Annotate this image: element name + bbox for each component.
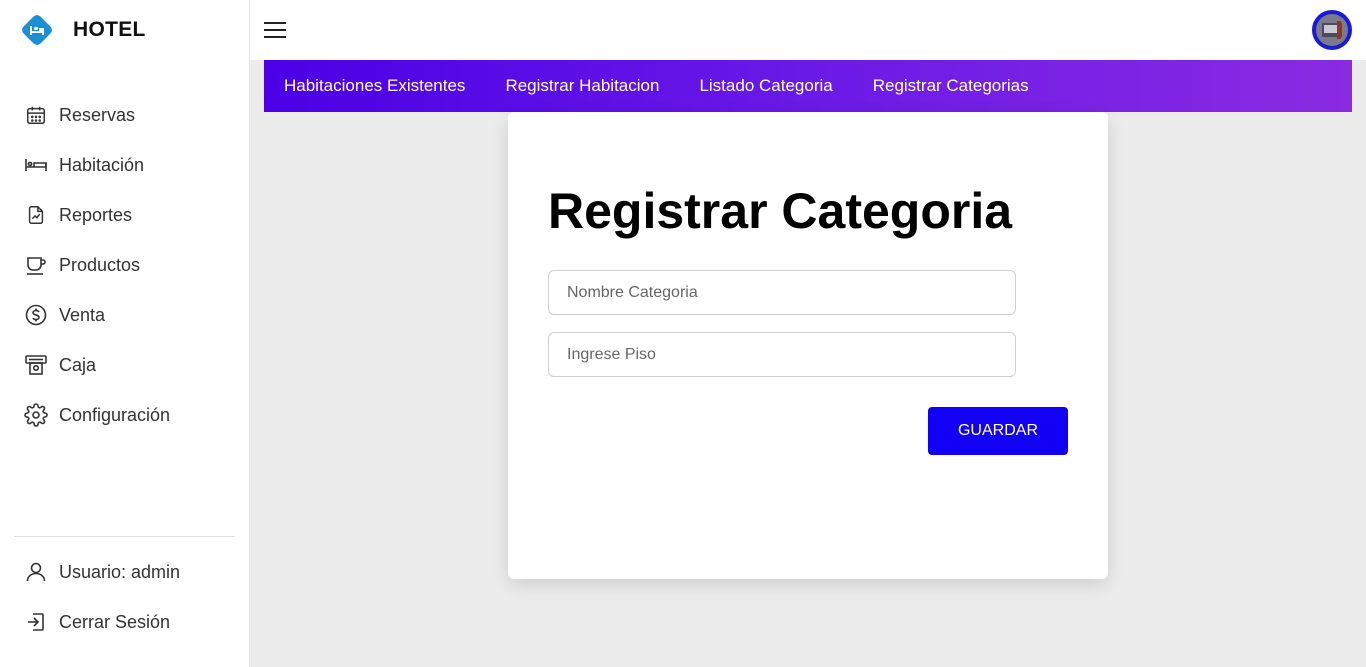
sidebar-item-productos[interactable]: Productos [0,240,250,290]
save-button[interactable]: GUARDAR [928,407,1068,455]
tab-listado-categoria[interactable]: Listado Categoria [699,76,832,96]
sidebar-item-label: Reportes [59,204,133,225]
report-icon [24,203,48,227]
sidebar-item-label: Cerrar Sesión [59,611,171,632]
sidebar-item-caja[interactable]: Caja [0,340,250,390]
sidebar-item-label: Configuración [59,404,171,425]
tab-bar: Habitaciones Existentes Registrar Habita… [264,60,1352,112]
sidebar-bottom: Usuario: admin Cerrar Sesión [0,547,250,647]
sidebar-item-label: Usuario: admin [59,561,181,582]
hotel-bed-icon [19,12,55,48]
sidebar-item-venta[interactable]: Venta [0,290,250,340]
topbar [250,0,1366,60]
sidebar-item-label: Reservas [59,104,136,125]
tab-habitaciones-existentes[interactable]: Habitaciones Existentes [284,76,465,96]
sidebar-item-label: Productos [59,254,141,275]
sidebar-item-label: Caja [59,354,97,375]
sidebar-item-habitacion[interactable]: Habitación [0,140,250,190]
sidebar-item-reservas[interactable]: Reservas [0,90,250,140]
dollar-icon [24,303,48,327]
sidebar-item-reportes[interactable]: Reportes [0,190,250,240]
sidebar-item-label: Habitación [59,154,145,175]
sidebar-nav: Reservas Habitación Reportes Productos V… [0,90,250,440]
cup-icon [24,253,48,277]
bed-icon [24,153,48,177]
form-card: Registrar Categoria GUARDAR [508,112,1108,579]
sidebar: HOTEL Reservas Habitación Reportes Produ… [0,0,250,667]
floor-input[interactable] [548,332,1016,377]
tab-registrar-habitacion[interactable]: Registrar Habitacion [505,76,659,96]
brand[interactable]: HOTEL [19,12,146,48]
avatar[interactable] [1312,10,1352,50]
tab-registrar-categorias[interactable]: Registrar Categorias [873,76,1029,96]
sidebar-item-label: Venta [59,304,106,325]
page-title: Registrar Categoria [548,183,1013,239]
calendar-icon [24,103,48,127]
logout-icon [24,610,48,634]
gear-icon [24,403,48,427]
user-icon [24,560,48,584]
hamburger-icon[interactable] [264,18,290,42]
sidebar-divider [14,536,235,537]
sidebar-item-configuracion[interactable]: Configuración [0,390,250,440]
app-title: HOTEL [73,18,146,41]
cash-register-icon [24,353,48,377]
sidebar-item-user[interactable]: Usuario: admin [0,547,250,597]
category-name-input[interactable] [548,270,1016,315]
sidebar-item-logout[interactable]: Cerrar Sesión [0,597,250,647]
